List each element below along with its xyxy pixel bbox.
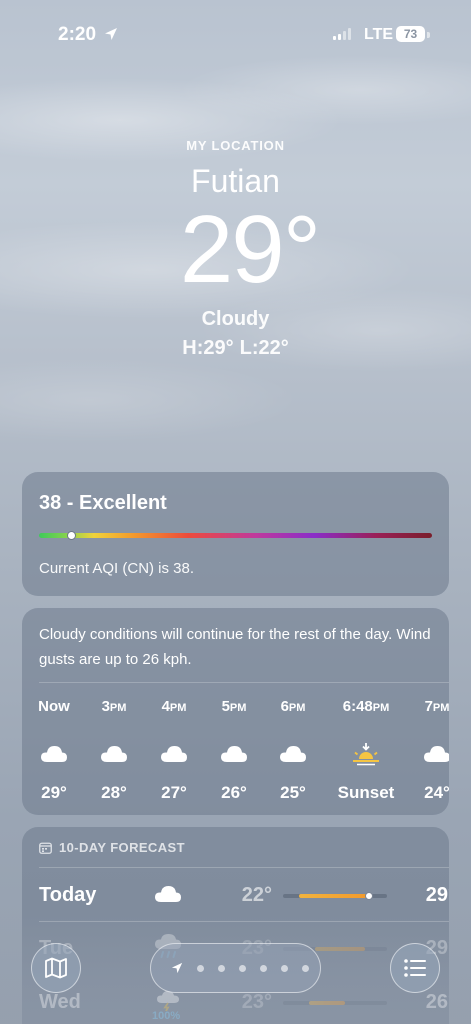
- location-arrow-icon: [105, 28, 117, 40]
- hour-item: 6:48PM Sunset: [330, 698, 402, 803]
- day-name: Today: [39, 884, 97, 906]
- low-temp: L:22°: [239, 337, 289, 359]
- hour-item: 6PM 25°: [263, 698, 323, 803]
- cloud-icon: [263, 739, 323, 769]
- cloud-icon: [204, 739, 264, 769]
- page-dot[interactable]: [197, 964, 204, 972]
- cloud-icon: [153, 882, 183, 906]
- hourly-forecast-card[interactable]: Cloudy conditions will continue for the …: [22, 608, 449, 815]
- day-low: 23°: [241, 991, 272, 1013]
- city-name: Futian: [191, 163, 280, 199]
- map-button[interactable]: [31, 943, 81, 993]
- divider: [39, 921, 449, 922]
- status-time: 2:20: [58, 24, 97, 45]
- page-dot[interactable]: [281, 964, 288, 972]
- list-icon: [404, 959, 426, 977]
- cloud-icon: [24, 739, 84, 769]
- day-row-today[interactable]: Today 22° 29°: [22, 870, 449, 920]
- page-dot[interactable]: [260, 964, 267, 972]
- hour-label: Now: [38, 698, 70, 715]
- current-temperature: 29°: [179, 196, 321, 303]
- battery-tip: [427, 32, 430, 38]
- cloud-icon: [84, 739, 144, 769]
- locations-list-button[interactable]: [390, 943, 440, 993]
- temperature-range-bar: [283, 1001, 387, 1005]
- condition-text: Cloudy: [201, 308, 270, 330]
- sunset-icon: [330, 739, 402, 769]
- ten-day-title: 10-DAY FORECAST: [59, 840, 185, 855]
- status-bar: 2:20 LTE 73: [0, 22, 471, 48]
- ten-day-forecast-card[interactable]: 10-DAY FORECAST Today 22° 29° Tue 23° 29…: [22, 827, 449, 1024]
- aqi-description: Current AQI (CN) is 38.: [39, 560, 195, 577]
- forecast-summary: Cloudy conditions will continue for the …: [39, 626, 431, 668]
- high-low: H:29° L:22°: [0, 337, 471, 360]
- aqi-indicator: [67, 531, 76, 540]
- location-arrow-icon: [171, 962, 183, 974]
- day-high: 29°: [425, 884, 449, 906]
- day-name: Wed: [39, 991, 81, 1013]
- hour-temp: 28°: [101, 783, 127, 802]
- map-icon: [45, 957, 67, 979]
- hour-label: 3PM: [101, 698, 127, 715]
- hour-label: 6:48PM: [342, 698, 390, 715]
- location-pager[interactable]: [150, 943, 321, 993]
- hour-label: 5PM: [221, 698, 247, 715]
- hour-label: 4PM: [161, 698, 187, 715]
- current-temp-indicator: [365, 892, 373, 900]
- hour-item: Now 29°: [24, 698, 84, 803]
- ten-day-header: 10-DAY FORECAST: [39, 840, 185, 855]
- temperature-range-bar: [283, 892, 387, 900]
- location-label: MY LOCATION: [186, 138, 285, 153]
- hour-temp: 27°: [161, 783, 187, 802]
- aqi-scale-bar: [39, 533, 432, 538]
- hour-temp: Sunset: [337, 783, 395, 802]
- hour-label: 7PM: [424, 698, 449, 715]
- hour-temp: 24°: [424, 783, 449, 802]
- divider: [39, 682, 449, 683]
- temperature-range-fill: [299, 894, 369, 898]
- cloud-icon: [407, 739, 449, 769]
- hour-item: 5PM 26°: [204, 698, 264, 803]
- hour-item: 4PM 27°: [144, 698, 204, 803]
- page-dot[interactable]: [302, 964, 309, 972]
- cellular-signal-icon: [333, 28, 351, 40]
- battery-icon: 73: [396, 26, 425, 42]
- temperature-range-fill: [315, 947, 365, 951]
- page-dot[interactable]: [218, 964, 225, 972]
- cloud-icon: [144, 739, 204, 769]
- day-high: 26°: [425, 991, 449, 1013]
- hour-temp: 26°: [221, 783, 247, 802]
- hour-item: 3PM 28°: [84, 698, 144, 803]
- current-weather-header: MY LOCATION Futian 29° Cloudy H:29° L:22°: [0, 138, 471, 360]
- divider: [39, 867, 449, 868]
- temperature-range-fill: [309, 1001, 345, 1005]
- aqi-title: 38 - Excellent: [39, 492, 167, 514]
- hour-label: 6PM: [280, 698, 306, 715]
- day-low: 22°: [241, 884, 272, 906]
- hour-temp: 29°: [41, 783, 67, 802]
- precipitation-chance: 100%: [152, 1010, 181, 1022]
- hour-item: 7PM 24°: [407, 698, 449, 803]
- air-quality-card[interactable]: 38 - Excellent Current AQI (CN) is 38.: [22, 472, 449, 596]
- page-dot[interactable]: [239, 964, 246, 972]
- hour-temp: 25°: [280, 783, 306, 802]
- calendar-icon: [39, 842, 52, 854]
- high-temp: H:29°: [182, 337, 234, 359]
- network-type: LTE: [364, 26, 394, 43]
